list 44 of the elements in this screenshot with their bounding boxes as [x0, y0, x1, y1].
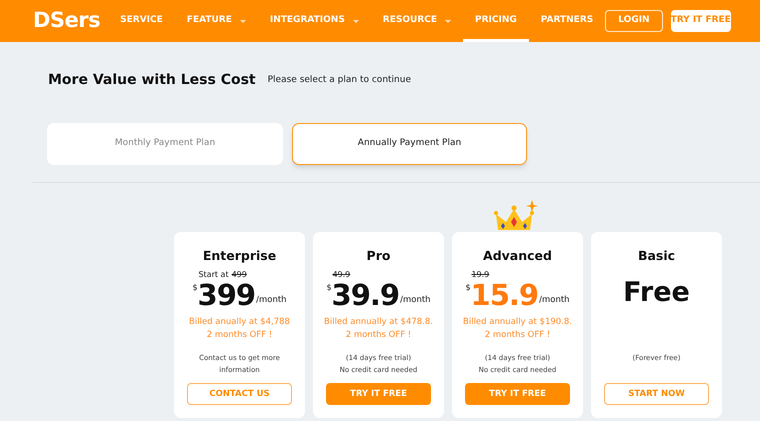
- billing-text: 2 months OFF !: [346, 329, 412, 342]
- nav-link[interactable]: SERVICE: [108, 0, 175, 42]
- page-heading: More Value with Less Cost: [48, 71, 256, 90]
- caret-icon: [352, 20, 359, 22]
- caret-icon: [445, 20, 451, 22]
- nav-link[interactable]: INTEGRATIONS: [258, 0, 371, 42]
- old-price: 19.9: [471, 270, 490, 280]
- plan-price: 399: [198, 280, 256, 310]
- plan-button[interactable]: TRY IT FREE: [326, 383, 431, 405]
- plan-name: Basic: [638, 248, 676, 264]
- billing-text: Billed annually at $190.8.: [463, 316, 572, 329]
- plan-button[interactable]: CONTACT US: [187, 383, 292, 405]
- page-subheading: Please select a plan to continue: [268, 74, 411, 87]
- plan-tab[interactable]: Annually Payment Plan: [292, 123, 527, 165]
- currency-symbol: $: [465, 282, 471, 294]
- price-prefix: Start at: [198, 270, 229, 280]
- currency-symbol: $: [192, 282, 198, 294]
- old-price: 49.9: [332, 270, 350, 280]
- price-period: /month: [256, 294, 287, 307]
- currency-symbol: $: [326, 282, 332, 294]
- price-period: /month: [539, 294, 570, 307]
- plan-price: Free: [623, 276, 690, 310]
- plan-price: 39.9: [332, 280, 400, 310]
- logo[interactable]: DSers: [33, 5, 100, 37]
- plan-name: Pro: [366, 248, 390, 264]
- billing-text: Billed annually at $478.8.: [324, 316, 433, 329]
- billing-text: 2 months OFF !: [484, 329, 550, 342]
- price-period: /month: [400, 294, 431, 307]
- plan-name: Enterprise: [202, 248, 276, 264]
- plan-button[interactable]: START NOW: [604, 383, 709, 405]
- try-free-button[interactable]: TRY IT FREE: [670, 10, 731, 32]
- plan-button[interactable]: TRY IT FREE: [465, 383, 570, 405]
- billing-text: 2 months OFF !: [206, 329, 272, 342]
- nav-link[interactable]: RESOURCE: [370, 0, 463, 42]
- billing-text: Billed anually at $4,788: [189, 316, 290, 329]
- plan-name: Advanced: [483, 248, 552, 264]
- plan-price: 15.9: [470, 280, 538, 310]
- nav-link[interactable]: PRICING: [463, 0, 529, 42]
- nav-link[interactable]: PARTNERS: [528, 0, 606, 42]
- old-price: 499: [232, 270, 247, 280]
- caret-icon: [240, 20, 246, 22]
- plan-tab[interactable]: Monthly Payment Plan: [47, 123, 283, 165]
- login-button[interactable]: LOGIN: [605, 10, 663, 32]
- nav-link[interactable]: FEATURE: [174, 0, 258, 42]
